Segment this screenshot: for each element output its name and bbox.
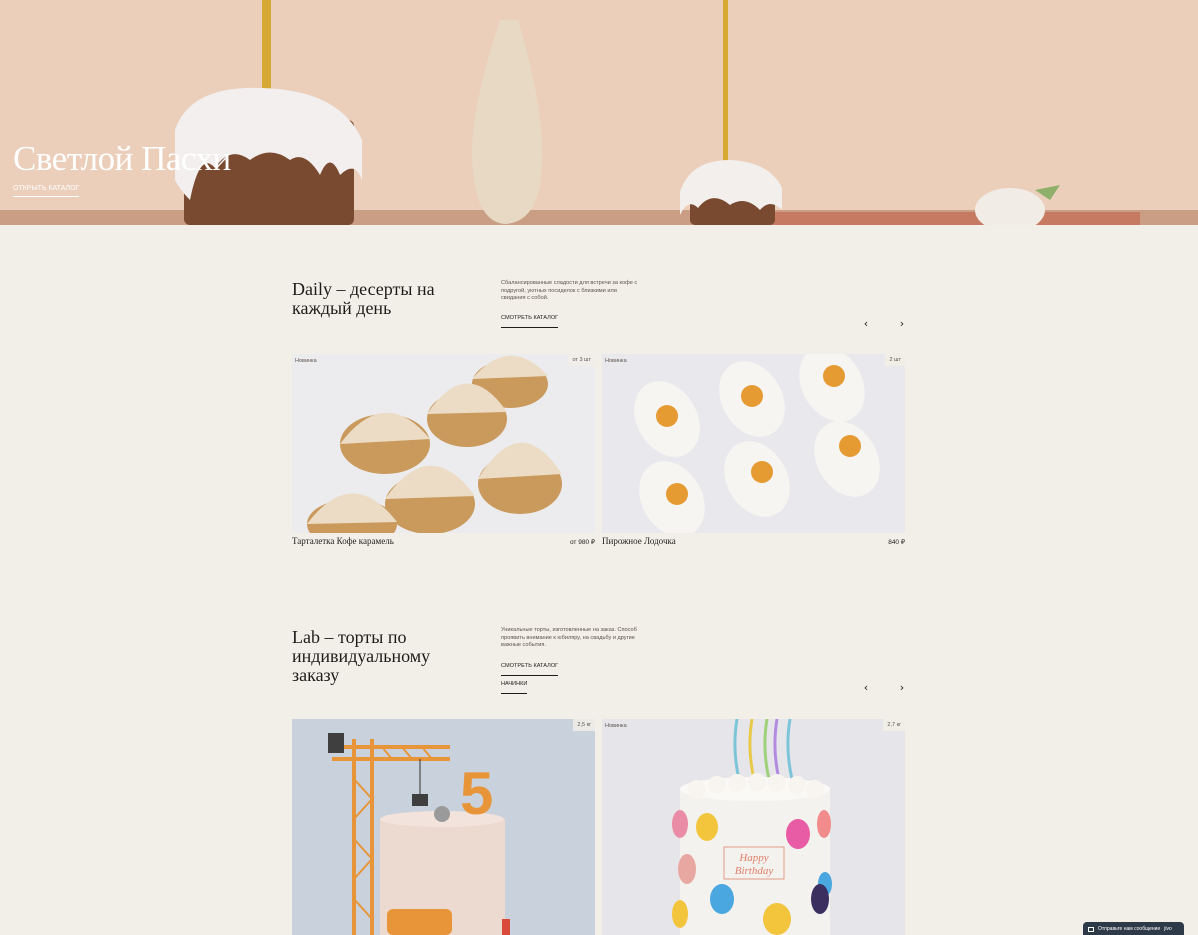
product-name[interactable]: Тарталетка Кофе карамель <box>292 536 394 546</box>
cake-text-line1: Happy <box>738 852 768 864</box>
hero-banner: Светлой Пасхи ОТКРЫТЬ КАТАЛОГ <box>0 0 1198 225</box>
lab-catalog-link[interactable]: СМОТРЕТЬ КАТАЛОГ <box>501 663 559 676</box>
lab-section-description: Уникальные торты, изготовленные на заказ… <box>501 627 637 648</box>
chat-widget-button[interactable]: Отправьте нам сообщение jivo <box>1083 922 1184 935</box>
product-price: 840 ₽ <box>888 539 905 546</box>
quantity-badge: 2 шт <box>885 354 905 366</box>
product-name[interactable]: Пирожное Лодочка <box>602 536 676 546</box>
hero-image <box>0 0 1198 225</box>
product-card[interactable]: Новинка 2 шт <box>602 354 905 533</box>
product-card[interactable]: Happy Birthday Новинка 2,7 кг <box>602 719 905 935</box>
daily-section-description: Сбалансированные сладости для встречи за… <box>501 280 638 301</box>
product-image: Happy Birthday <box>602 719 905 935</box>
daily-section-title: Daily – десерты на каждый день <box>292 279 435 318</box>
cake-text-line2: Birthday <box>735 865 774 877</box>
product-image <box>602 354 905 533</box>
open-catalog-link[interactable]: ОТКРЫТЬ КАТАЛОГ <box>13 185 80 197</box>
quantity-badge: 2,7 кг <box>883 719 905 731</box>
product-card[interactable]: Новинка от 3 шт <box>292 354 595 533</box>
lab-prev-arrow-icon[interactable]: ‹ <box>860 682 872 694</box>
daily-next-arrow-icon[interactable]: › <box>896 318 908 330</box>
new-badge: Новинка <box>605 358 627 364</box>
new-badge: Новинка <box>295 358 317 364</box>
chat-brand: jivo <box>1164 926 1172 932</box>
quantity-badge: от 3 шт <box>568 354 595 366</box>
hero-title: Светлой Пасхи <box>13 139 231 178</box>
product-image: 5 <box>292 719 595 935</box>
quantity-badge: 2,5 кг <box>573 719 595 731</box>
fillings-link[interactable]: НАЧИНКИ <box>501 681 528 694</box>
lab-section-title: Lab – торты по индивидуальному заказу <box>292 627 431 685</box>
product-image <box>292 354 595 533</box>
daily-catalog-link[interactable]: СМОТРЕТЬ КАТАЛОГ <box>501 315 559 328</box>
cake-number: 5 <box>460 760 493 827</box>
mail-icon <box>1088 926 1094 932</box>
product-card[interactable]: 5 2,5 кг <box>292 719 595 935</box>
lab-next-arrow-icon[interactable]: › <box>896 682 908 694</box>
daily-prev-arrow-icon[interactable]: ‹ <box>860 318 872 330</box>
new-badge: Новинка <box>605 723 627 729</box>
product-price: от 980 ₽ <box>569 539 595 546</box>
chat-widget-label: Отправьте нам сообщение <box>1098 926 1161 932</box>
